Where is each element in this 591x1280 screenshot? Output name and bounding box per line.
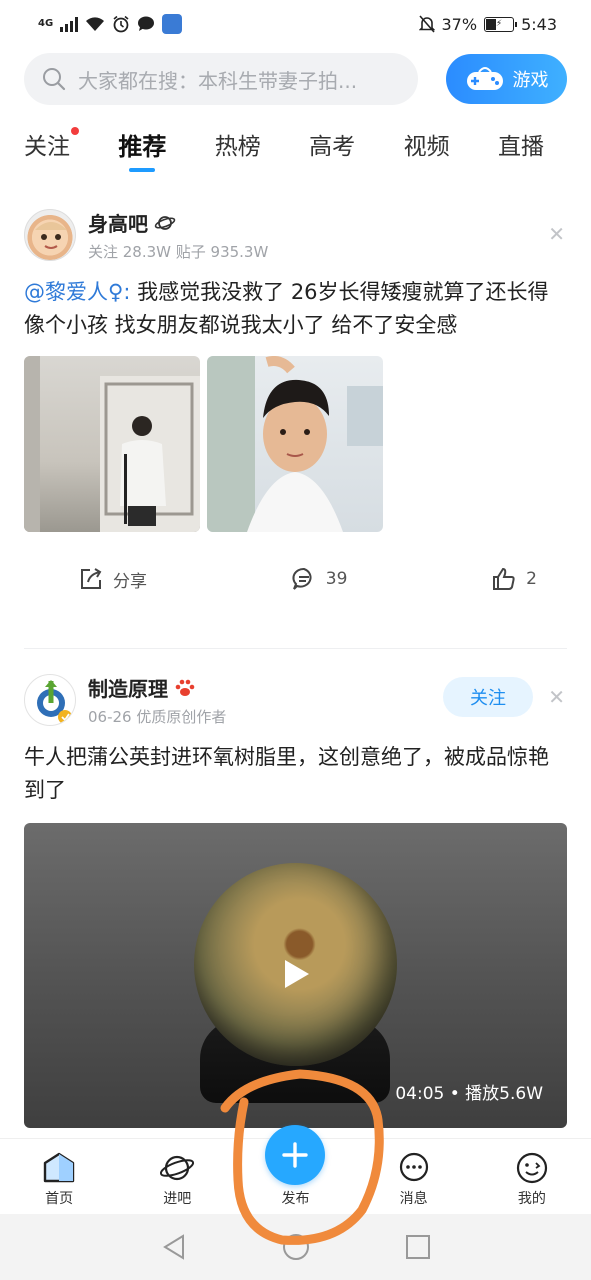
feed-post[interactable]: 身高吧 关注 28.3W 贴子 935.3W ✕ @黎爱人♀: 我感觉我没救了 … — [24, 208, 567, 596]
feed-tabs: 关注 推荐 热榜 高考 视频 直播 — [24, 118, 544, 178]
tabbar-me[interactable]: 我的 — [492, 1151, 572, 1208]
battery-icon: ⚡ — [484, 16, 518, 32]
divider — [24, 648, 567, 649]
home-icon — [43, 1152, 75, 1183]
post-actions: 分享 39 2 — [24, 562, 567, 596]
tabbar-messages[interactable]: 消息 — [374, 1151, 454, 1208]
profile-face-icon — [516, 1152, 547, 1184]
video-player[interactable]: 04:05 • 播放5.6W — [24, 823, 567, 1128]
plus-icon — [282, 1142, 309, 1168]
like-button[interactable]: 2 — [491, 566, 537, 592]
planet-icon — [160, 1155, 195, 1181]
post-text[interactable]: @黎爱人♀: 我感觉我没救了 26岁长得矮瘦就算了还长得像个小孩 找女朋友都说我… — [24, 276, 567, 342]
tabbar-explore[interactable]: 进吧 — [137, 1151, 217, 1208]
author-name[interactable]: 制造原理 — [88, 673, 168, 702]
status-bar: 4G 37% ⚡ 5:43 — [0, 0, 591, 48]
tab-hot-list[interactable]: 热榜 — [215, 118, 261, 170]
tabbar-home[interactable]: 首页 — [19, 1151, 99, 1208]
post-header: 身高吧 关注 28.3W 贴子 935.3W ✕ — [24, 208, 567, 262]
game-label: 游戏 — [512, 70, 549, 91]
back-icon[interactable] — [161, 1233, 187, 1261]
post-text[interactable]: 牛人把蒲公英封进环氧树脂里，这创意绝了，被成品惊艳到了 — [24, 741, 567, 807]
search-input[interactable]: 大家都在搜：本科生带妻子拍... — [24, 53, 418, 105]
avatar[interactable] — [24, 209, 76, 261]
close-icon[interactable]: ✕ — [548, 685, 565, 709]
follow-button[interactable]: 关注 — [443, 677, 533, 717]
tabbar-publish[interactable]: 发布 — [255, 1125, 335, 1208]
recents-icon[interactable] — [405, 1234, 431, 1260]
search-placeholder: 大家都在搜：本科生带妻子拍... — [78, 68, 358, 93]
author-name[interactable]: 身高吧 — [88, 208, 148, 237]
gamepad-icon — [466, 67, 503, 90]
comment-button[interactable]: 39 — [291, 566, 347, 592]
author-meta: 06-26 优质原创作者 — [88, 708, 227, 726]
planet-icon — [154, 215, 176, 230]
search-row: 大家都在搜：本科生带妻子拍... 游戏 — [24, 53, 567, 105]
battery-percent: 37% — [441, 14, 478, 34]
alarm-icon — [113, 15, 129, 33]
tab-recommend[interactable]: 推荐 — [118, 118, 166, 170]
post-image[interactable] — [24, 356, 200, 532]
comment-icon — [292, 568, 312, 590]
mention-link[interactable]: @黎爱人♀: — [24, 280, 130, 304]
tab-gaokao[interactable]: 高考 — [309, 118, 355, 170]
signal-icon — [60, 16, 79, 32]
search-icon — [43, 68, 66, 91]
wifi-icon — [86, 17, 105, 31]
bottom-tabbar: 首页 进吧 发布 消息 我的 — [0, 1125, 591, 1214]
app-notification-icon — [162, 14, 183, 34]
post-images — [24, 356, 567, 532]
tab-follow[interactable]: 关注 — [24, 118, 79, 170]
video-duration-views: 04:05 • 播放5.6W — [395, 1084, 543, 1104]
system-nav-bar — [0, 1214, 591, 1280]
thumbs-up-icon — [493, 567, 515, 590]
post-image[interactable] — [207, 356, 383, 532]
play-icon[interactable] — [279, 957, 313, 991]
avatar[interactable] — [24, 674, 76, 726]
author-stats: 关注 28.3W 贴子 935.3W — [88, 243, 269, 261]
publish-button[interactable] — [265, 1125, 326, 1185]
feed-post[interactable]: 制造原理 06-26 优质原创作者 关注 ✕ 牛人把蒲公英封进环氧树脂里，这创意… — [24, 673, 567, 1128]
share-button[interactable]: 分享 — [78, 566, 147, 592]
close-icon[interactable]: ✕ — [548, 222, 565, 246]
game-button[interactable]: 游戏 — [446, 54, 567, 104]
new-dot — [71, 127, 79, 135]
share-icon — [81, 568, 102, 589]
network-type: 4G — [38, 18, 54, 29]
mute-bell-icon — [418, 15, 435, 33]
message-icon — [399, 1152, 428, 1182]
chat-bubble-icon — [138, 16, 155, 31]
tab-live[interactable]: 直播 — [498, 118, 544, 170]
clock: 5:43 — [521, 14, 557, 34]
tab-video[interactable]: 视频 — [404, 118, 450, 170]
post-header: 制造原理 06-26 优质原创作者 关注 ✕ — [24, 673, 567, 727]
home-circle-icon[interactable] — [282, 1233, 310, 1261]
paw-icon — [175, 679, 195, 696]
